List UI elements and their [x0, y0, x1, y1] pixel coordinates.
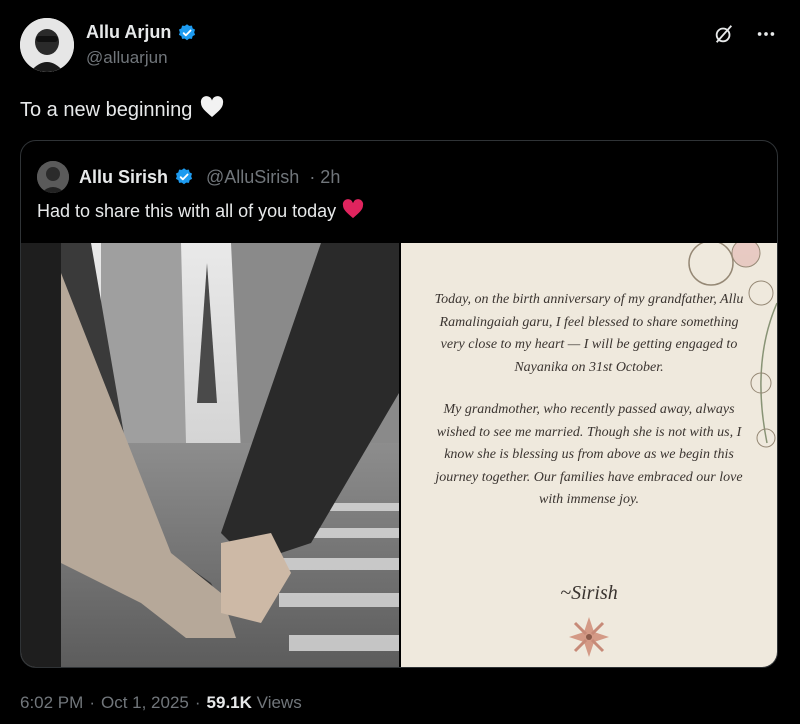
- meta-separator: ·: [89, 693, 95, 712]
- tweet-text: To a new beginning: [20, 98, 193, 121]
- tweet-time[interactable]: 6:02 PM: [20, 693, 83, 713]
- grok-icon[interactable]: [712, 22, 736, 46]
- author-avatar[interactable]: [20, 18, 74, 72]
- quoted-time[interactable]: · 2h: [309, 167, 340, 188]
- author-handle[interactable]: @alluarjun: [86, 48, 168, 68]
- quoted-tweet-card[interactable]: Allu Sirish @AlluSirish · 2h Had to shar…: [20, 140, 778, 668]
- quoted-name[interactable]: Allu Sirish: [79, 167, 168, 188]
- letter-signature: ~Sirish: [560, 582, 618, 604]
- red-heart-icon: [342, 199, 364, 224]
- tweet-date[interactable]: Oct 1, 2025: [101, 693, 189, 713]
- verified-badge-icon: [177, 23, 197, 43]
- letter-paragraph-2: My grandmother, who recently passed away…: [435, 402, 743, 507]
- author-name[interactable]: Allu Arjun: [86, 22, 171, 43]
- verified-badge-icon: [174, 167, 194, 187]
- views-label: Views: [256, 693, 302, 712]
- letter-text: Today, on the birth anniversary of my gr…: [431, 289, 747, 532]
- views-count: 59.1K: [206, 693, 252, 712]
- quoted-handle[interactable]: @AlluSirish: [206, 167, 299, 188]
- tweet-meta: 6:02 PM · Oct 1, 2025 · 59.1K Views: [20, 693, 302, 713]
- tweet-text-row: To a new beginning: [20, 96, 224, 124]
- more-icon[interactable]: [754, 22, 778, 46]
- white-heart-icon: [200, 96, 224, 124]
- quoted-text: Had to share this with all of you today: [37, 201, 337, 221]
- letter-card[interactable]: Today, on the birth anniversary of my gr…: [401, 243, 777, 667]
- quoted-avatar[interactable]: [37, 161, 69, 193]
- holding-hands-photo[interactable]: [21, 243, 399, 667]
- letter-paragraph-1: Today, on the birth anniversary of my gr…: [434, 292, 744, 375]
- meta-separator: ·: [194, 693, 201, 712]
